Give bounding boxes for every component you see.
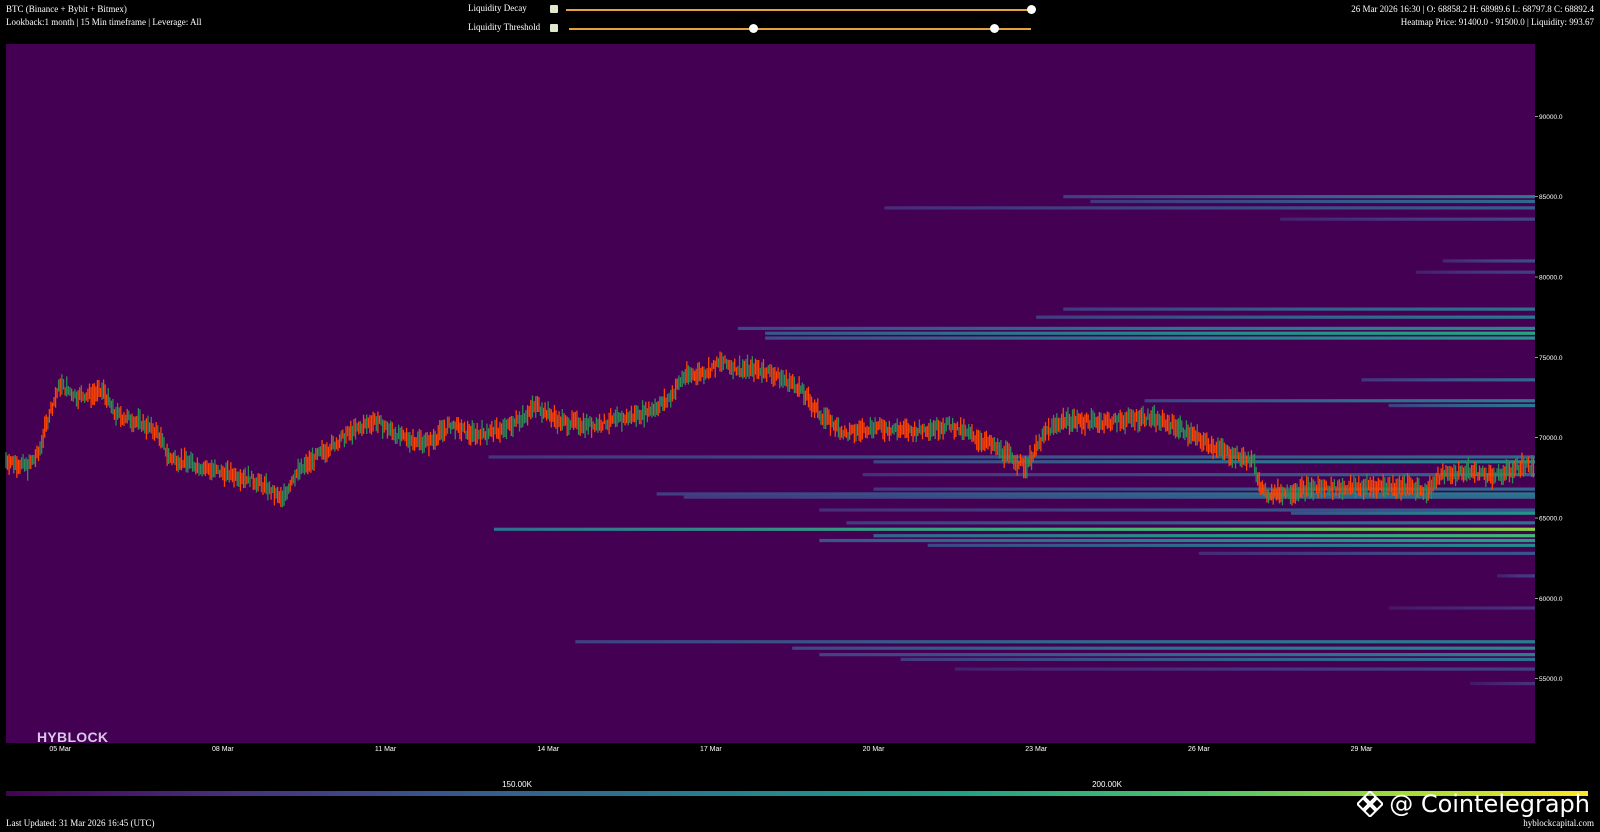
liquidity-band (954, 667, 1535, 671)
site-link[interactable]: hyblockcapital.com (1523, 818, 1594, 828)
liquidity-threshold-low-handle[interactable] (749, 24, 759, 33)
liquidity-decay-checkbox[interactable] (550, 5, 558, 13)
liquidity-band (1090, 199, 1535, 204)
y-axis-tick-label: 70000.0 (1539, 435, 1563, 442)
y-axis-tick-label: 60000.0 (1539, 596, 1563, 603)
liquidity-band (873, 460, 1535, 464)
liquidity-threshold-high-handle[interactable] (989, 24, 999, 33)
liquidity-band (1144, 399, 1535, 403)
liquidation-heatmap-chart: 55000.0 60000.0 65000.0 70000.0 75000.0 80000… (5, 44, 1563, 753)
cointelegraph-logo-icon (1357, 791, 1384, 817)
liquidity-band (1063, 195, 1535, 199)
liquidity-band (819, 508, 1535, 512)
liquidity-band (927, 543, 1535, 547)
cointelegraph-watermark: @ Cointelegraph (1357, 790, 1590, 818)
chart-subtitle: Lookback:1 month | 15 Min timeframe | Le… (6, 17, 202, 27)
y-axis-tick-label: 65000.0 (1539, 516, 1563, 523)
liquidity-band (819, 538, 1535, 543)
y-axis-tick-label: 85000.0 (1539, 194, 1563, 201)
liquidity-decay-track[interactable] (566, 9, 1031, 11)
y-axis-tick-label: 55000.0 (1539, 676, 1563, 683)
y-axis-tick-label: 90000.0 (1539, 114, 1563, 121)
liquidity-threshold-control: Liquidity Threshold (468, 21, 1048, 35)
ohlc-readout: 26 Mar 2026 16:30 | O: 68858.2 H: 68989.… (1351, 4, 1594, 14)
chart-header-left: BTC (Binance + Bybit + Bitmex) Lookback:… (6, 3, 202, 29)
liquidity-band (575, 640, 1535, 644)
y-axis-tick-label: 75000.0 (1539, 355, 1563, 362)
x-axis-tick-label: 17 Mar (700, 746, 722, 753)
liquidity-band (1291, 511, 1535, 515)
x-axis-tick-label: 29 Mar (1351, 746, 1373, 753)
liquidity-decay-label: Liquidity Decay (468, 3, 527, 13)
chart-header-right: 26 Mar 2026 16:30 | O: 68858.2 H: 68989.… (1351, 3, 1594, 29)
liquidity-band (884, 206, 1535, 210)
liquidity-band (873, 534, 1535, 538)
x-axis-tick-label: 14 Mar (537, 746, 559, 753)
y-axis-tick-label: 80000.0 (1539, 275, 1563, 282)
liquidity-threshold-label: Liquidity Threshold (468, 22, 541, 32)
liquidity-band (765, 331, 1535, 335)
liquidity-band (846, 521, 1535, 525)
chart-title: BTC (Binance + Bybit + Bitmex) (6, 4, 127, 14)
liquidity-band (1497, 574, 1535, 578)
liquidity-band (1469, 681, 1535, 686)
x-axis-tick-label: 23 Mar (1025, 746, 1047, 753)
x-axis-tick-label: 20 Mar (863, 746, 885, 753)
liquidity-band (1388, 403, 1535, 408)
plot-area (6, 44, 1535, 743)
colorbar-tick: 200.00K (1092, 780, 1122, 789)
liquidity-band (792, 646, 1535, 650)
liquidity-band (1280, 217, 1535, 221)
liquidity-band (1063, 307, 1535, 311)
liquidity-band (765, 336, 1535, 340)
liquidity-band (1388, 606, 1535, 610)
liquidity-band (493, 527, 1535, 531)
liquidity-band (1198, 551, 1535, 555)
liquidity-band (683, 495, 1535, 499)
heatmap-readout: Heatmap Price: 91400.0 - 91500.0 | Liqui… (1400, 17, 1594, 27)
liquidity-band (737, 326, 1535, 331)
last-updated-text: Last Updated: 31 Mar 2026 16:45 (UTC) (6, 818, 155, 828)
x-axis-tick-label: 26 Mar (1188, 746, 1210, 753)
liquidity-threshold-track[interactable] (569, 28, 1031, 30)
liquidity-band (900, 657, 1535, 662)
colorbar (6, 791, 1588, 796)
liquidity-decay-handle[interactable] (1026, 5, 1036, 14)
x-axis-tick-label: 11 Mar (375, 746, 397, 753)
liquidity-band (819, 653, 1535, 657)
liquidity-decay-control: Liquidity Decay (468, 2, 1048, 16)
liquidity-band (1442, 259, 1535, 263)
liquidity-band (1361, 378, 1535, 382)
colorbar-tick: 150.00K (502, 780, 532, 789)
hyblock-logo-text: HYBLOCK (37, 729, 109, 745)
liquidity-band (1036, 315, 1535, 319)
x-axis-tick-label: 05 Mar (49, 746, 71, 753)
liquidity-threshold-checkbox[interactable] (550, 24, 558, 32)
liquidity-band (862, 473, 1535, 477)
watermark-text: @ Cointelegraph (1389, 790, 1590, 818)
x-axis-tick-label: 08 Mar (212, 746, 234, 753)
liquidity-band (1415, 270, 1535, 274)
